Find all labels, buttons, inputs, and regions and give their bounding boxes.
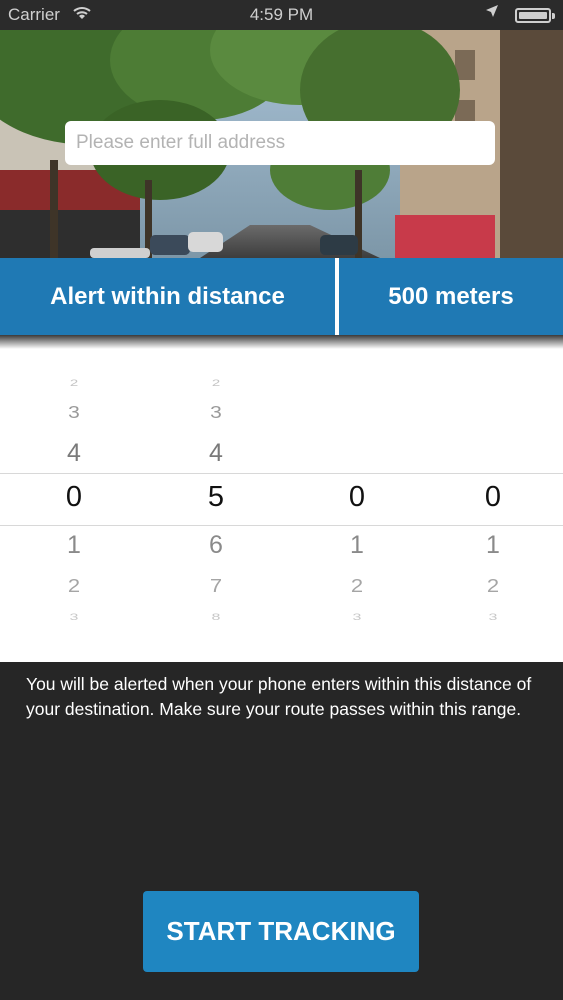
- picker-digit: 4: [209, 439, 223, 467]
- picker-selected-digit: 0: [65, 481, 83, 513]
- picker-selected-digit: 5: [207, 481, 225, 513]
- picker-digit: 2: [211, 378, 221, 389]
- picker-digit: 2: [67, 574, 81, 597]
- picker-digit: 4: [67, 439, 81, 467]
- picker-digit: 8: [211, 613, 221, 623]
- picker-digit: 2: [486, 574, 500, 597]
- picker-digit: 3: [69, 613, 79, 623]
- bar-shadow: [0, 335, 563, 349]
- picker-digit: 1: [350, 531, 364, 559]
- start-tracking-button[interactable]: START TRACKING: [143, 891, 419, 972]
- distance-picker[interactable]: 2 3 4 0 1 2 3 2 3 4 5 6 7 8 0 1 2 3 0 1 2 3: [0, 335, 563, 662]
- picker-digit: 2: [69, 378, 79, 389]
- clock-label: 4:59 PM: [249, 5, 314, 24]
- distance-value[interactable]: 500 meters: [339, 258, 563, 335]
- picker-digit: 7: [209, 574, 223, 597]
- picker-selection-bottom-line: [0, 525, 563, 526]
- picker-digit: 3: [68, 402, 80, 423]
- address-search-input[interactable]: [65, 121, 495, 165]
- status-bar: Carrier 4:59 PM: [0, 0, 563, 30]
- picker-digit: 1: [486, 531, 500, 559]
- picker-digit: 3: [210, 402, 222, 423]
- alert-within-distance-label: Alert within distance: [50, 282, 285, 310]
- picker-digit: 3: [488, 613, 498, 623]
- picker-selection-top-line: [0, 473, 563, 474]
- picker-digit: 2: [350, 574, 364, 597]
- picker-digit: 6: [209, 531, 223, 559]
- alert-info-text: You will be alerted when your phone ente…: [26, 674, 532, 719]
- picker-digit: 1: [67, 531, 81, 559]
- battery-icon: [515, 8, 555, 23]
- picker-digit: 3: [352, 613, 362, 623]
- picker-selected-digit: 0: [484, 481, 502, 513]
- location-arrow-icon: [485, 4, 499, 22]
- picker-selected-digit: 0: [348, 481, 366, 513]
